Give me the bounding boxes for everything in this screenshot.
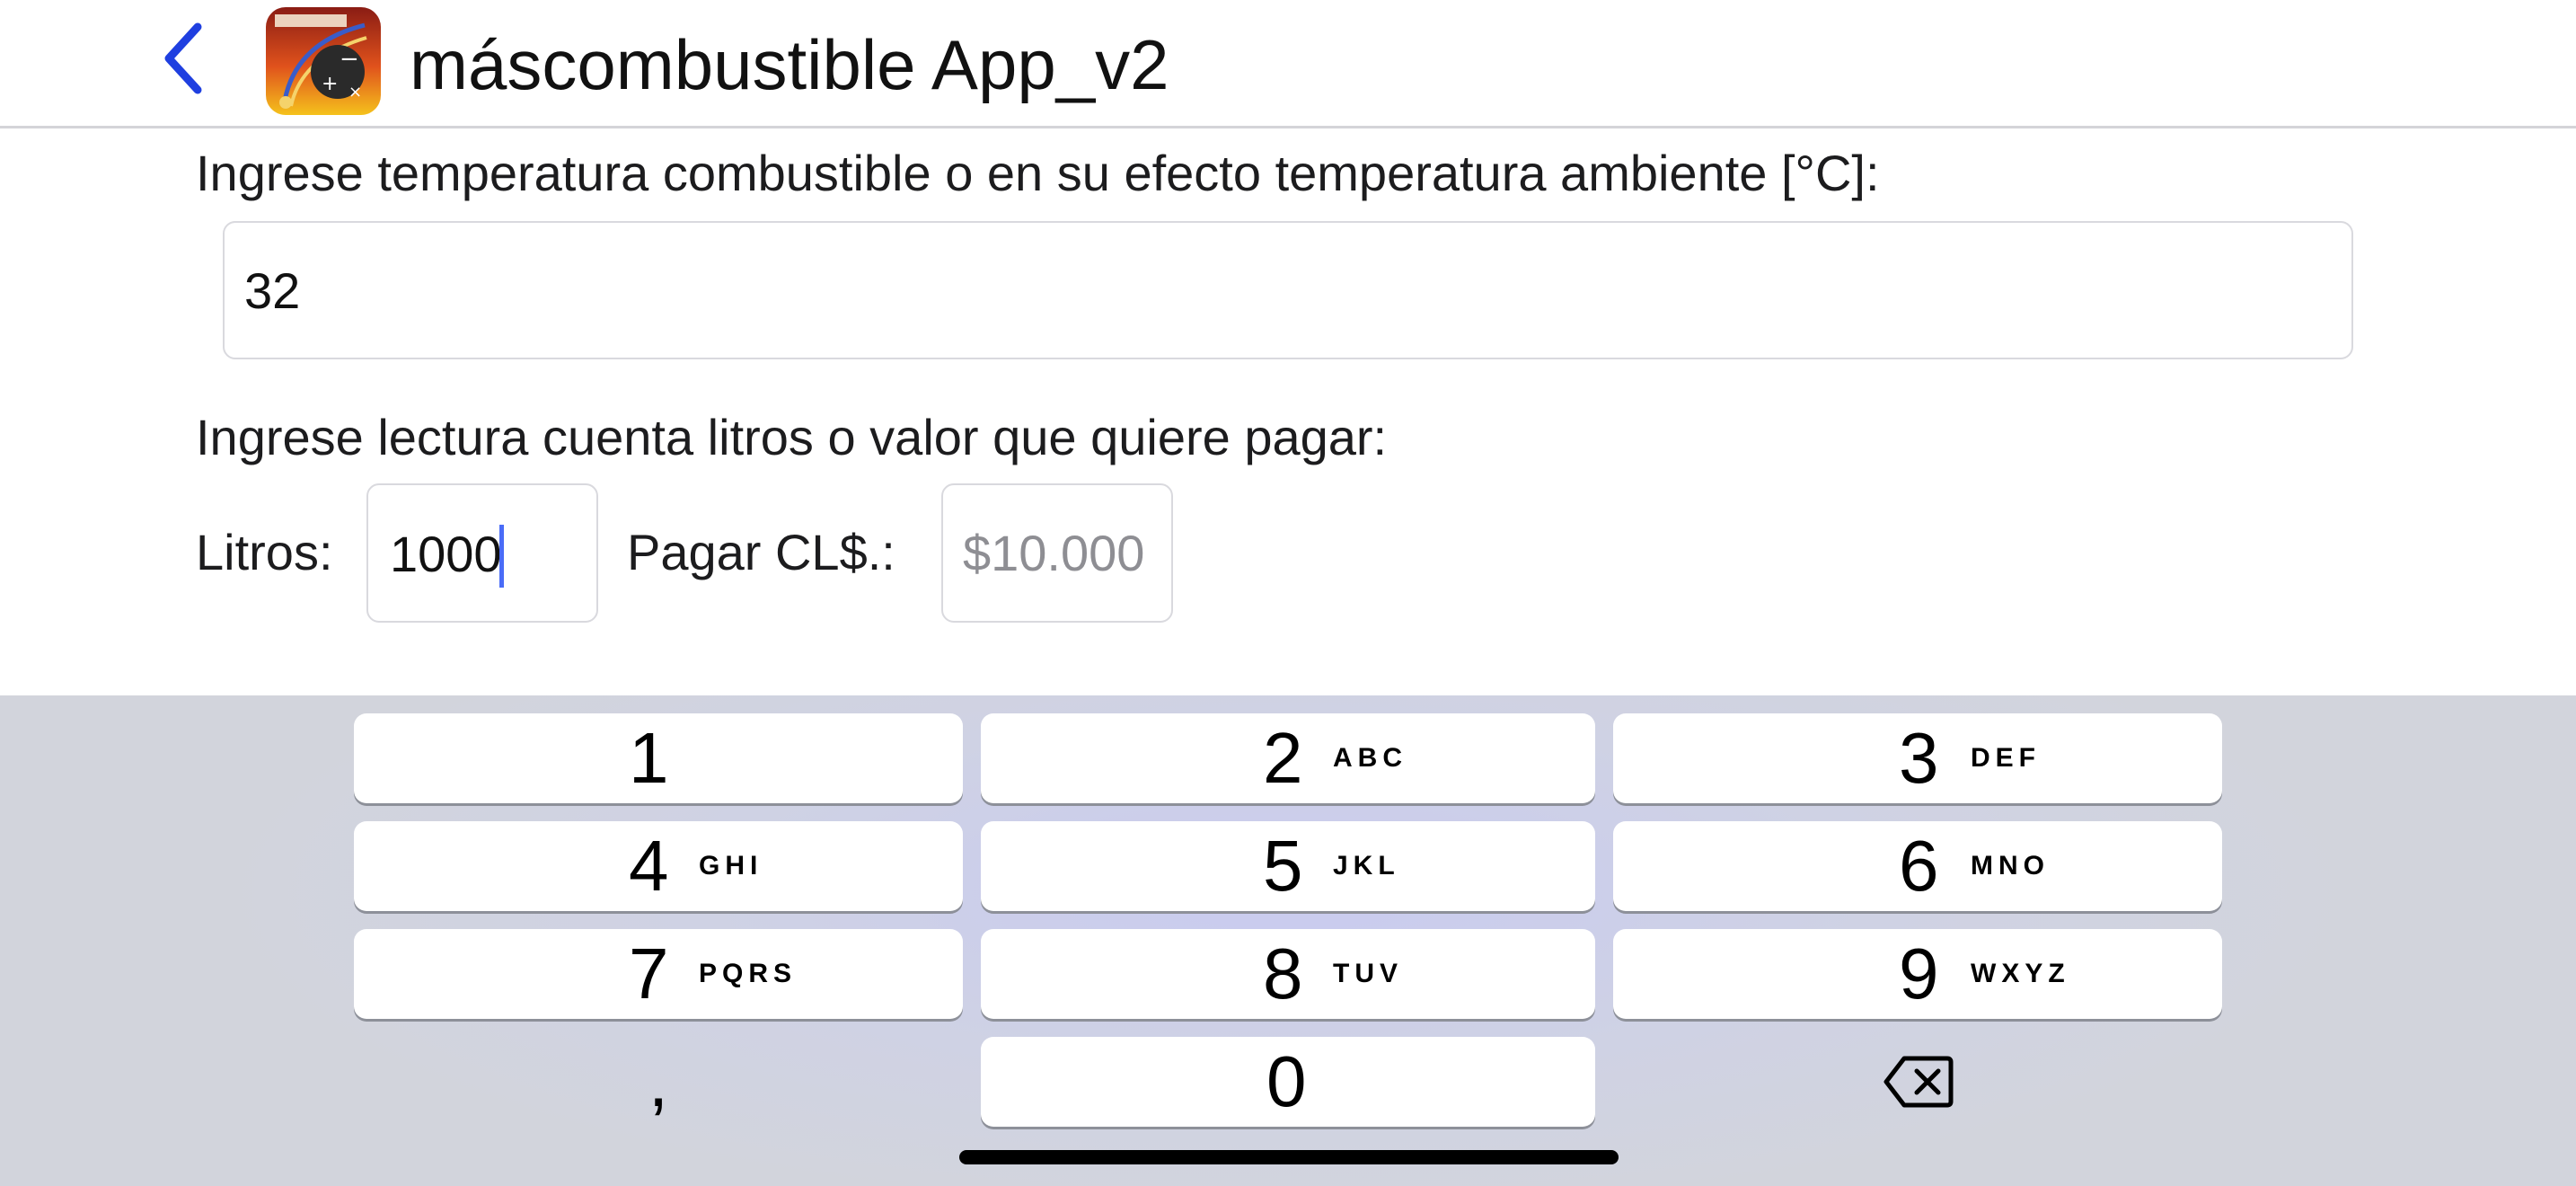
chevron-left-icon (164, 22, 202, 94)
temperature-label: Ingrese temperatura combustible o en su … (196, 145, 1880, 201)
key-digit: 0 (1266, 1041, 1307, 1121)
back-button[interactable] (153, 18, 216, 99)
key-digit: 8 (1263, 934, 1303, 1013)
key-letters: DEF (1971, 743, 2041, 773)
key-8[interactable]: 8 TUV (981, 929, 1595, 1019)
pagar-label: Pagar CL$.: (627, 524, 895, 580)
key-9[interactable]: 9 WXYZ (1613, 929, 2222, 1019)
home-indicator[interactable] (959, 1150, 1619, 1164)
key-letters: MNO (1971, 851, 2050, 881)
backspace-icon (1883, 1056, 1954, 1108)
key-letters: TUV (1333, 959, 1403, 988)
app-title: máscombustible App_v2 (410, 25, 1169, 104)
key-6[interactable]: 6 MNO (1613, 821, 2222, 911)
key-digit: 3 (1899, 718, 1939, 798)
litros-value: 1000 (390, 526, 502, 582)
key-digit: 2 (1263, 718, 1303, 798)
key-digit: 1 (629, 718, 669, 798)
key-letters: ABC (1333, 743, 1407, 773)
key-digit: 9 (1899, 934, 1939, 1013)
numeric-keyboard: 1 2 ABC 3 DEF 4 GHI 5 JKL 6 MNO 7 PQRS 8… (0, 695, 2576, 1186)
key-digit: 4 (629, 826, 669, 906)
reading-label: Ingrese lectura cuenta litros o valor qu… (196, 409, 1388, 465)
app-screen: − + × máscombustible App_v2 Ingrese temp… (0, 0, 2576, 1186)
key-letters: GHI (699, 851, 763, 881)
svg-text:+: + (322, 73, 338, 95)
pagar-input[interactable] (941, 483, 1173, 623)
key-letters: WXYZ (1971, 959, 2070, 988)
key-digit: 5 (1263, 826, 1303, 906)
delete-key[interactable] (1613, 1037, 2222, 1127)
text-caret (499, 525, 504, 588)
key-3[interactable]: 3 DEF (1613, 713, 2222, 803)
litros-label: Litros: (196, 524, 333, 580)
key-comma[interactable]: , (354, 1037, 963, 1127)
key-5[interactable]: 5 JKL (981, 821, 1595, 911)
svg-text:−: − (340, 46, 359, 73)
key-7[interactable]: 7 PQRS (354, 929, 963, 1019)
litros-input[interactable]: 1000 (366, 483, 598, 623)
key-0[interactable]: 0 (981, 1037, 1595, 1127)
key-1[interactable]: 1 (354, 713, 963, 803)
app-logo: − + × (266, 7, 381, 115)
key-letters: JKL (1333, 851, 1400, 881)
key-2[interactable]: 2 ABC (981, 713, 1595, 803)
temperature-input[interactable] (223, 221, 2353, 359)
svg-text:×: × (348, 83, 362, 102)
key-digit: 7 (629, 934, 669, 1013)
key-digit: 6 (1899, 826, 1939, 906)
nav-header: − + × máscombustible App_v2 (0, 0, 2576, 128)
key-4[interactable]: 4 GHI (354, 821, 963, 911)
key-letters: PQRS (699, 959, 798, 988)
